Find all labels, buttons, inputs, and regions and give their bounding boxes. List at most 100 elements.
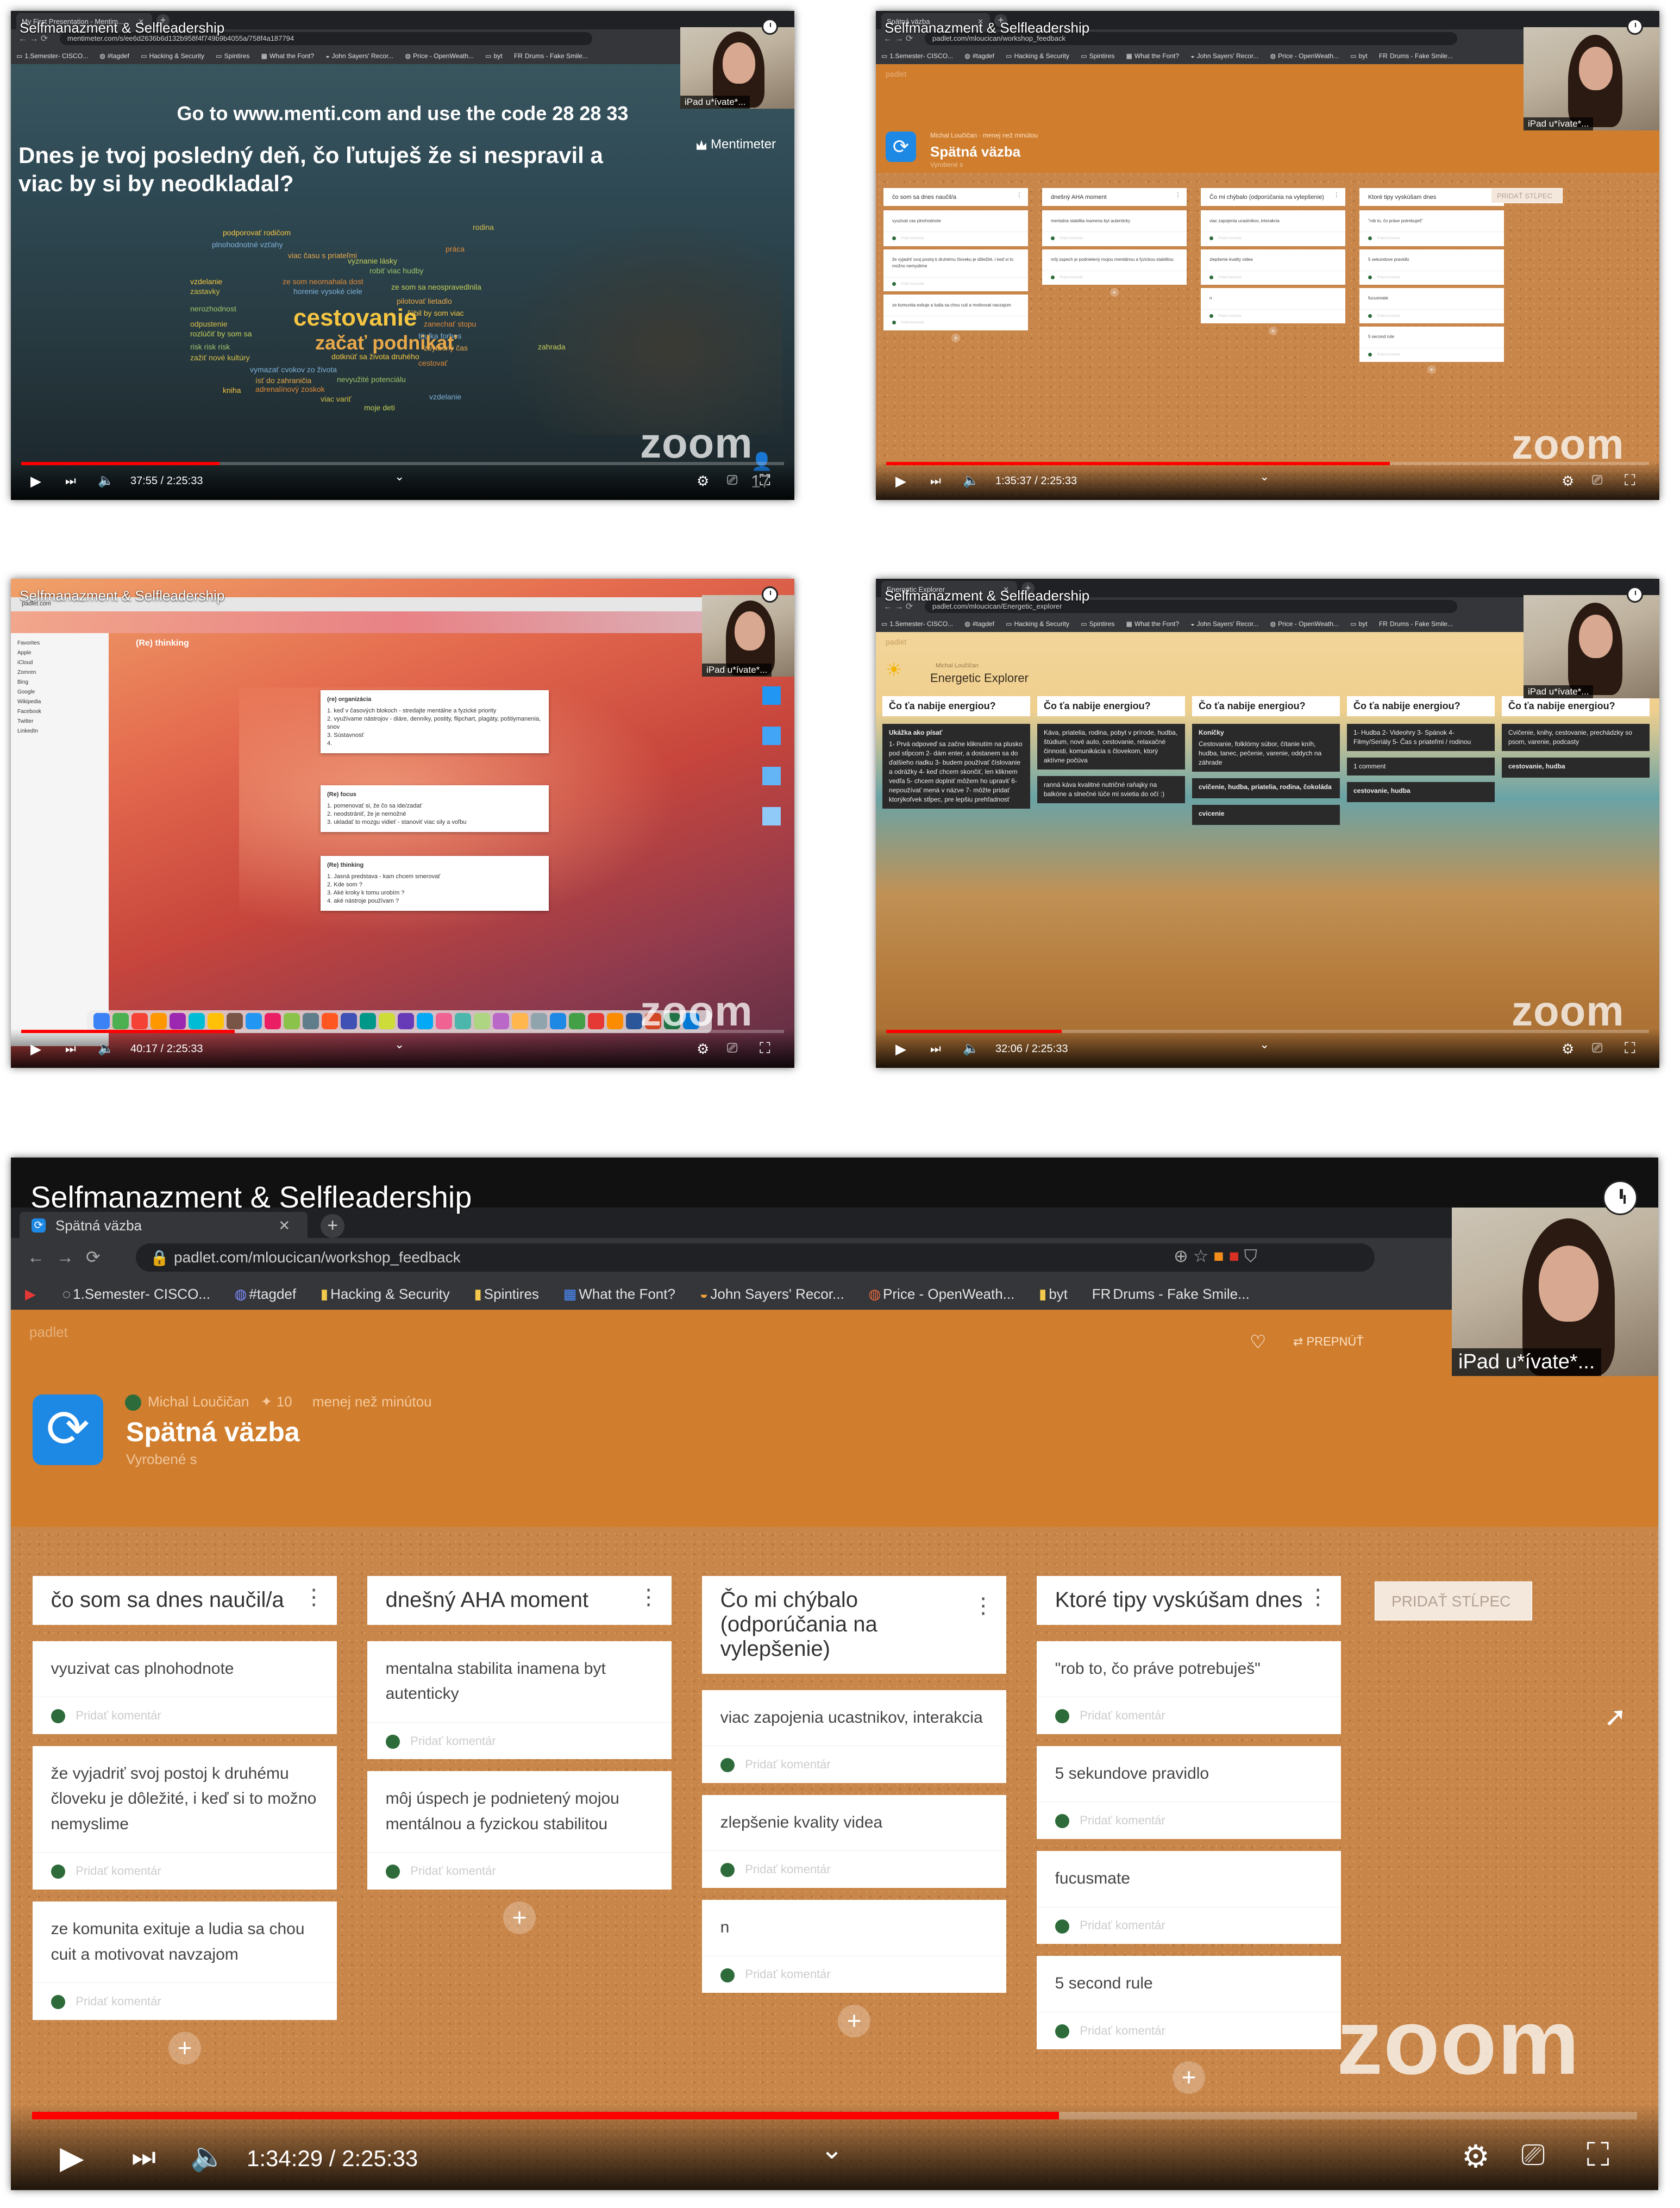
comment-field[interactable]: Pridať komentár [33, 1697, 337, 1734]
gear-icon[interactable]: ⚙ [697, 1041, 709, 1058]
dock-app-icon[interactable] [170, 1013, 186, 1029]
post-card[interactable]: cestovanie, hudba [1347, 782, 1495, 802]
chevron-down-icon[interactable]: ⌄ [394, 1037, 404, 1052]
comment-field[interactable]: Pridať komentár [1201, 309, 1345, 323]
next-icon[interactable]: ⏭ [930, 1042, 941, 1056]
next-icon[interactable]: ⏭ [131, 2141, 156, 2173]
exit-fullscreen-icon[interactable]: ⛶ [760, 472, 770, 490]
dock-app-icon[interactable] [265, 1013, 281, 1029]
bookmark-item[interactable]: ▭ 1.Semester- CISCO... [881, 620, 953, 628]
post-card[interactable]: "rob to, čo práve potrebuješ" Pridať kome… [1037, 1641, 1341, 1734]
next-icon[interactable]: ⏭ [65, 474, 76, 488]
volume-icon[interactable]: 🔈 [963, 1041, 979, 1056]
comment-field[interactable]: Pridať komentár [1359, 232, 1504, 246]
comment-field[interactable]: Pridať komentár [1201, 232, 1345, 246]
exit-fullscreen-icon[interactable]: ⛶ [760, 1040, 770, 1058]
more-vert-icon[interactable]: ⋮ [1175, 191, 1181, 198]
post-card[interactable]: viac zapojenia ucastnikov, interakcia Pri… [1201, 210, 1345, 246]
add-post-icon[interactable]: + [503, 1901, 536, 1935]
watch-later-icon[interactable] [1627, 586, 1643, 603]
dock-app-icon[interactable] [474, 1013, 490, 1029]
post-card[interactable]: môj úspech je podnietený mojou mentálnou… [367, 1771, 672, 1890]
add-post-icon[interactable]: + [951, 333, 960, 342]
add-post-icon[interactable]: + [1427, 365, 1436, 374]
cast-icon[interactable]: ⎚ [1592, 1041, 1602, 1056]
post-card[interactable]: n Pridať komentár [1201, 287, 1345, 324]
post-card[interactable]: ranná káva kvalitné nutričné raňajky na … [1037, 776, 1185, 803]
sidebar-item[interactable]: Google [17, 687, 102, 697]
more-vert-icon[interactable]: ⋮ [973, 1593, 994, 1618]
post-card[interactable]: viac zapojenia ucastnikov, interakcia Pri… [702, 1690, 1006, 1783]
video-player-main[interactable]: ⟳ Spätná väzba ✕ + ←→⟳ 🔒 padlet.com/mloucic… [11, 1158, 1658, 2190]
play-icon[interactable]: ▶ [30, 1041, 41, 1058]
exit-fullscreen-icon[interactable]: ⛶ [1587, 2136, 1609, 2174]
bookmark-item[interactable]: ▦ What the Font? [563, 1286, 675, 1303]
progress-bar[interactable] [21, 1030, 785, 1033]
play-icon[interactable]: ▶ [895, 473, 906, 490]
sidebar-item[interactable]: Apple [17, 648, 102, 658]
post-card[interactable]: 5 sekundove pravidlo Pridať komentár [1037, 1746, 1341, 1840]
chevron-down-icon[interactable]: ⌄ [1259, 1037, 1269, 1052]
bookmark-item[interactable]: ◍ #tagdef [99, 52, 129, 60]
dock-app-icon[interactable] [607, 1013, 623, 1029]
video-thumbnail-padlet-feedback[interactable]: Spätná väzba ✕ + ← → ⟳ padlet.com/mloucic… [876, 11, 1659, 500]
volume-icon[interactable]: 🔈 [963, 473, 979, 489]
cast-icon[interactable]: ⎚ [727, 1041, 737, 1056]
exit-fullscreen-icon[interactable]: ⛶ [1625, 1040, 1635, 1058]
dock-app-icon[interactable] [189, 1013, 205, 1029]
post-card[interactable]: ze komunita exituje a ludia sa chou cuit… [33, 1901, 337, 2020]
heart-icon[interactable]: ♡ [1250, 1331, 1266, 1353]
gear-icon[interactable]: ⚙ [1562, 473, 1574, 490]
bookmark-item[interactable]: ◍ #tagdef [235, 1286, 296, 1303]
bookmark-item[interactable]: ▭ Spintires [1081, 52, 1114, 60]
more-vert-icon[interactable]: ⋮ [303, 1585, 325, 1610]
column-header[interactable]: Ktoré tipy vyskúšam dnes⋮ [1359, 188, 1504, 207]
post-card[interactable]: cvičenie, hudba, priatelia, rodina, čoko… [1192, 778, 1340, 798]
bookmark-item[interactable]: FR Drums - Fake Smile... [1379, 620, 1453, 628]
bookmark-item[interactable]: ◍ Price - OpenWeath... [1270, 620, 1339, 628]
comment-field[interactable]: Pridať komentár [1042, 232, 1187, 246]
comment-field[interactable]: Pridať komentár [1359, 348, 1504, 362]
post-card[interactable]: Cvičenie, knihy, cestovanie, prechádzky … [1502, 724, 1650, 751]
dock-app-icon[interactable] [398, 1013, 414, 1029]
bookmark-item[interactable]: ▭ Spintires [1081, 620, 1114, 628]
dock-app-icon[interactable] [436, 1013, 452, 1029]
bookmark-item[interactable]: ◍ #tagdef [964, 52, 994, 60]
dock-app-icon[interactable] [588, 1013, 604, 1029]
video-thumbnail-mentimeter[interactable]: My First Presentation - Mentim... ✕ + ← →… [11, 11, 794, 500]
add-column-button[interactable]: PRIDAŤ STĹPEC [1491, 188, 1563, 203]
post-card[interactable]: že vyjadriť svoj postoj k druhému človek… [883, 249, 1028, 292]
dock-app-icon[interactable] [512, 1013, 528, 1029]
sidebar-item[interactable]: Zomren [17, 668, 102, 678]
add-post-icon[interactable]: + [1269, 327, 1277, 336]
dock-app-icon[interactable] [379, 1013, 395, 1029]
nav-arrows-icon[interactable]: ←→⟳ [27, 1247, 112, 1267]
play-icon[interactable]: ▶ [895, 1041, 906, 1058]
comment-field[interactable]: Pridať komentár [367, 1852, 672, 1890]
comment-field[interactable]: Pridať komentár [883, 232, 1028, 246]
post-card[interactable]: môj úspech je podnietený mojou mentálnou… [1042, 249, 1187, 285]
dock-app-icon[interactable] [322, 1013, 338, 1029]
bookmark-item[interactable]: ◍ #tagdef [964, 620, 994, 628]
post-card[interactable]: 5 second rule Pridať komentár [1359, 327, 1504, 362]
bookmark-item[interactable]: ◍ Price - OpenWeath... [405, 52, 474, 60]
comment-field[interactable]: Pridať komentár [1037, 1802, 1341, 1839]
progress-bar[interactable] [32, 2112, 1637, 2119]
add-post-icon[interactable]: + [838, 2005, 870, 2038]
dock-app-icon[interactable] [284, 1013, 300, 1029]
post-card[interactable]: n Pridať komentár [702, 1900, 1006, 1993]
play-icon[interactable]: ▶ [30, 473, 41, 490]
sidebar-item[interactable]: Facebook [17, 707, 102, 717]
post-card[interactable]: "rob to, čo práve potrebuješ" Pridať kome… [1359, 210, 1504, 246]
post-card[interactable]: Káva, priatelia, rodina, pobyt v prírode… [1037, 724, 1185, 770]
post-card[interactable]: vyuzivat cas plnohodnote Pridať komentár [883, 210, 1028, 246]
column-header[interactable]: Čo mi chýbalo (odporúčania na vylepšenie… [1201, 188, 1345, 207]
sidebar-item[interactable]: Wikipedia [17, 697, 102, 707]
tab-spatna-vazba[interactable]: ⟳ Spätná väzba ✕ [20, 1212, 308, 1238]
column-header[interactable]: dnešný AHA moment ⋮ [1042, 188, 1187, 207]
progress-bar[interactable] [886, 1030, 1650, 1033]
post-card[interactable]: Koníčky Cestovanie, folklórny súbor, číta… [1192, 724, 1340, 772]
bookmark-item[interactable]: ▦ What the Font? [1126, 620, 1179, 628]
progress-bar[interactable] [886, 462, 1650, 465]
column-header[interactable]: Čo ťa nabije energiou? [1347, 696, 1495, 716]
